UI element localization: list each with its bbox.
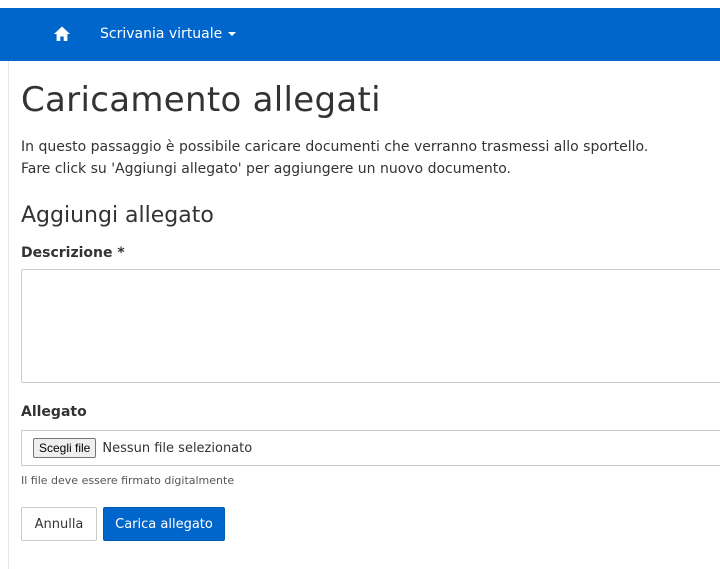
intro-text: In questo passaggio è possibile caricare… (21, 136, 648, 180)
attachment-label: Allegato (21, 404, 87, 420)
intro-line-2: Fare click su 'Aggiungi allegato' per ag… (21, 161, 511, 177)
description-label: Descrizione * (21, 245, 125, 261)
home-icon[interactable] (53, 25, 71, 43)
scrivania-virtuale-dropdown[interactable]: Scrivania virtuale (100, 24, 237, 44)
choose-file-button[interactable]: Scegli file (33, 438, 97, 458)
cancel-button[interactable]: Annulla (21, 507, 97, 541)
description-textarea[interactable] (21, 269, 720, 383)
caret-down-icon (228, 32, 237, 36)
no-file-selected-text: Nessun file selezionato (102, 440, 253, 456)
page-title: Caricamento allegati (21, 80, 381, 120)
file-input[interactable]: Scegli file Nessun file selezionato (21, 430, 720, 466)
top-navbar: Scrivania virtuale (0, 8, 720, 61)
intro-line-1: In questo passaggio è possibile caricare… (21, 139, 649, 155)
upload-attachment-button[interactable]: Carica allegato (103, 507, 225, 541)
help-text: Il file deve essere firmato digitalmente (21, 474, 235, 487)
dropdown-label: Scrivania virtuale (100, 26, 223, 42)
section-title: Aggiungi allegato (21, 203, 214, 228)
content-left-border (8, 61, 9, 569)
